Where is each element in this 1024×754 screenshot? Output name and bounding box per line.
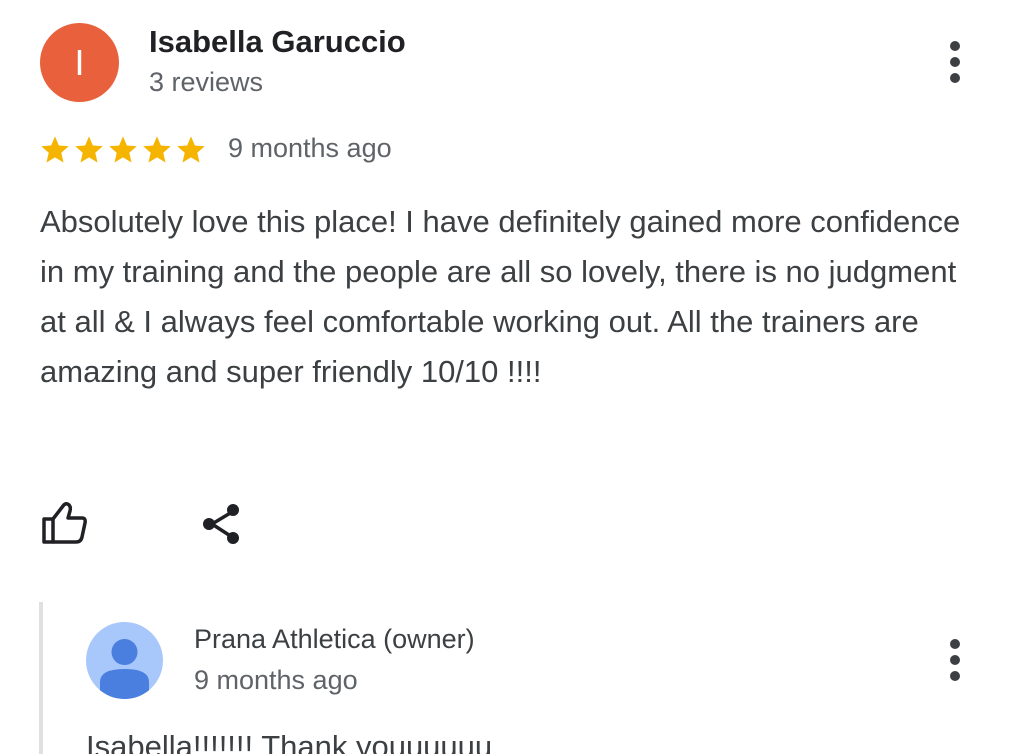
owner-response-divider xyxy=(39,602,43,754)
person-icon xyxy=(100,639,149,699)
star-icon xyxy=(143,136,171,163)
reviewer-avatar[interactable]: I xyxy=(40,23,119,102)
owner-response-text: Isabella!!!!!!! Thank youuuuuu xyxy=(86,729,493,754)
star-icon xyxy=(41,136,69,163)
star-icon xyxy=(75,136,103,163)
review-date: 9 months ago xyxy=(228,133,392,163)
star-icon xyxy=(109,136,137,163)
owner-avatar[interactable] xyxy=(86,622,163,699)
thumbs-up-icon[interactable] xyxy=(40,500,90,546)
share-icon[interactable] xyxy=(200,500,246,548)
more-vertical-icon[interactable] xyxy=(943,38,967,86)
owner-name: Prana Athletica (owner) xyxy=(194,624,475,654)
reviewer-avatar-letter: I xyxy=(74,41,85,83)
review-text: Absolutely love this place! I have defin… xyxy=(40,204,961,389)
owner-response-date: 9 months ago xyxy=(194,665,358,695)
reviewer-review-count[interactable]: 3 reviews xyxy=(149,67,263,98)
more-vertical-icon[interactable] xyxy=(943,636,967,684)
star-icon xyxy=(177,136,205,163)
reviewer-name[interactable]: Isabella Garuccio xyxy=(149,24,406,60)
star-rating xyxy=(38,134,208,166)
review-card: I Isabella Garuccio 3 reviews 9 months a… xyxy=(0,0,1024,754)
